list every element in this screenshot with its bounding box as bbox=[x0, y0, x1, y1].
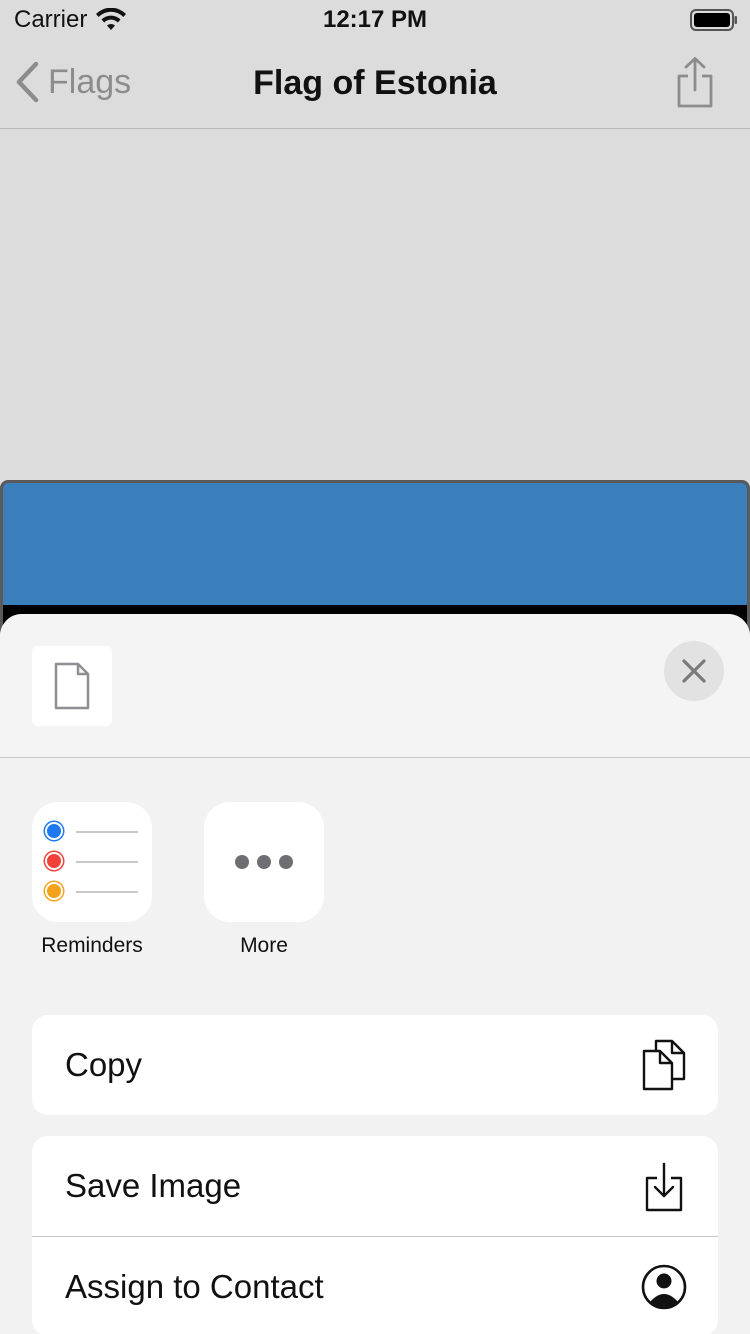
app-label: Reminders bbox=[41, 934, 143, 957]
clock: 12:17 PM bbox=[322, 6, 428, 33]
actions-group-image: Save Image Assign to Contact bbox=[32, 1136, 718, 1334]
share-sheet-header bbox=[0, 614, 750, 758]
app-reminders[interactable]: Reminders bbox=[27, 802, 157, 958]
action-label: Copy bbox=[65, 1046, 143, 1083]
copy-icon bbox=[642, 1039, 686, 1091]
share-sheet: Reminders More Copy Save Image Assign to… bbox=[0, 614, 750, 1334]
action-label: Assign to Contact bbox=[65, 1267, 324, 1305]
document-thumbnail bbox=[32, 646, 112, 726]
assign-to-contact-action[interactable]: Assign to Contact bbox=[32, 1236, 718, 1334]
share-apps-row: Reminders More bbox=[0, 802, 750, 972]
actions-group-copy: Copy bbox=[32, 1015, 718, 1115]
share-icon[interactable] bbox=[674, 56, 716, 110]
battery-icon bbox=[690, 9, 737, 31]
status-bar: Carrier 12:17 PM bbox=[0, 0, 750, 40]
navigation-bar: Flags Flag of Estonia bbox=[0, 40, 750, 129]
close-icon bbox=[682, 659, 706, 683]
app-label: More bbox=[240, 934, 288, 957]
flag-blue-stripe bbox=[3, 483, 747, 605]
reminders-icon bbox=[32, 802, 152, 922]
more-icon bbox=[204, 802, 324, 922]
page-title: Flag of Estonia bbox=[253, 64, 497, 102]
save-image-icon bbox=[645, 1162, 683, 1212]
save-image-action[interactable]: Save Image bbox=[32, 1136, 718, 1236]
close-button[interactable] bbox=[664, 641, 724, 701]
action-label: Save Image bbox=[65, 1167, 242, 1204]
document-icon bbox=[54, 662, 90, 710]
app-more[interactable]: More bbox=[199, 802, 329, 958]
copy-action[interactable]: Copy bbox=[32, 1015, 718, 1115]
contact-icon bbox=[641, 1264, 687, 1309]
